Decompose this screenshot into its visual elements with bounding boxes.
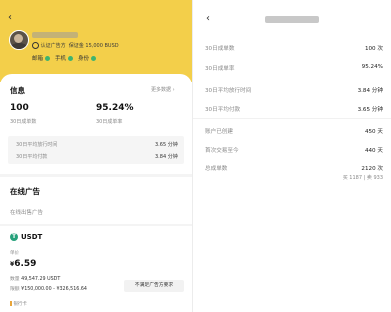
verification-email: 邮箱 [32, 56, 44, 62]
limit-label: 限额 [10, 287, 20, 292]
price-label: 单价 [10, 251, 19, 256]
payment-method: 银行卡 [10, 301, 27, 307]
amount-row: 数量 49,547.29 USDT [10, 275, 60, 282]
info-title: 信息 [10, 86, 25, 95]
check-icon [67, 56, 73, 61]
trades-value: 100 [10, 103, 29, 113]
back-icon[interactable]: ‹ [8, 12, 12, 23]
limit-value: ¥150,000.00 - ¥326,516.64 [21, 287, 87, 292]
verification-phone: 手机 [55, 56, 67, 62]
merchant-name [32, 32, 78, 38]
deposit-value: 15,000 BUSD [85, 43, 119, 49]
back-icon[interactable]: ‹ [206, 13, 210, 24]
deposit-label: 保证金 [68, 43, 84, 49]
merchant-stats-panel: ‹ 30日成单数 100 次 30日成单率 95.24% 30日平均放行时间 3.84… [192, 0, 391, 312]
check-icon [90, 56, 96, 61]
rate-label: 30日成单率 [96, 119, 123, 125]
price-value: 6.59 [14, 259, 37, 269]
verification-list: 邮箱 手机 身份 [32, 54, 96, 62]
merchant-profile-panel: ‹ 认证广告方 保证金 15,000 BUSD 邮箱 手机 身份 信息 更多数据… [0, 0, 192, 312]
buy-sell-breakdown: 买 1187 | 卖 933 [342, 175, 383, 181]
price: ¥6.59 [10, 259, 36, 269]
pay-time-label: 30日平均付款 [16, 154, 48, 160]
check-icon [44, 56, 50, 61]
pay-time-value: 3.84 分钟 [155, 154, 178, 160]
online-ads-title: 在线广告 [10, 187, 40, 196]
trades-label: 30日成单数 [10, 119, 37, 125]
verified-label: 认证广告方 [40, 43, 66, 49]
amount-value: 49,547.29 USDT [21, 277, 61, 282]
release-time-value: 3.65 分钟 [155, 142, 178, 148]
asset-name: USDT [21, 233, 43, 241]
bank-card-icon [10, 301, 12, 306]
avatar [9, 30, 29, 50]
rate-value: 95.24% [96, 103, 134, 113]
merchant-name [265, 16, 319, 23]
requirement-button[interactable]: 不满足广告方要求 [124, 280, 184, 292]
tether-icon: T [10, 233, 18, 241]
limit-row: 限额 ¥150,000.00 - ¥326,516.64 [10, 285, 87, 292]
sell-ads-label[interactable]: 在线出售广告 [10, 208, 43, 216]
release-time-label: 30日平均放行时间 [16, 142, 58, 148]
verification-id: 身份 [78, 56, 90, 62]
verified-icon [32, 42, 39, 49]
merchant-badges: 认证广告方 保证金 15,000 BUSD [32, 42, 119, 49]
more-data-link[interactable]: 更多数据 › [151, 86, 175, 93]
amount-label: 数量 [10, 277, 20, 282]
chevron-right-icon: › [172, 87, 175, 93]
